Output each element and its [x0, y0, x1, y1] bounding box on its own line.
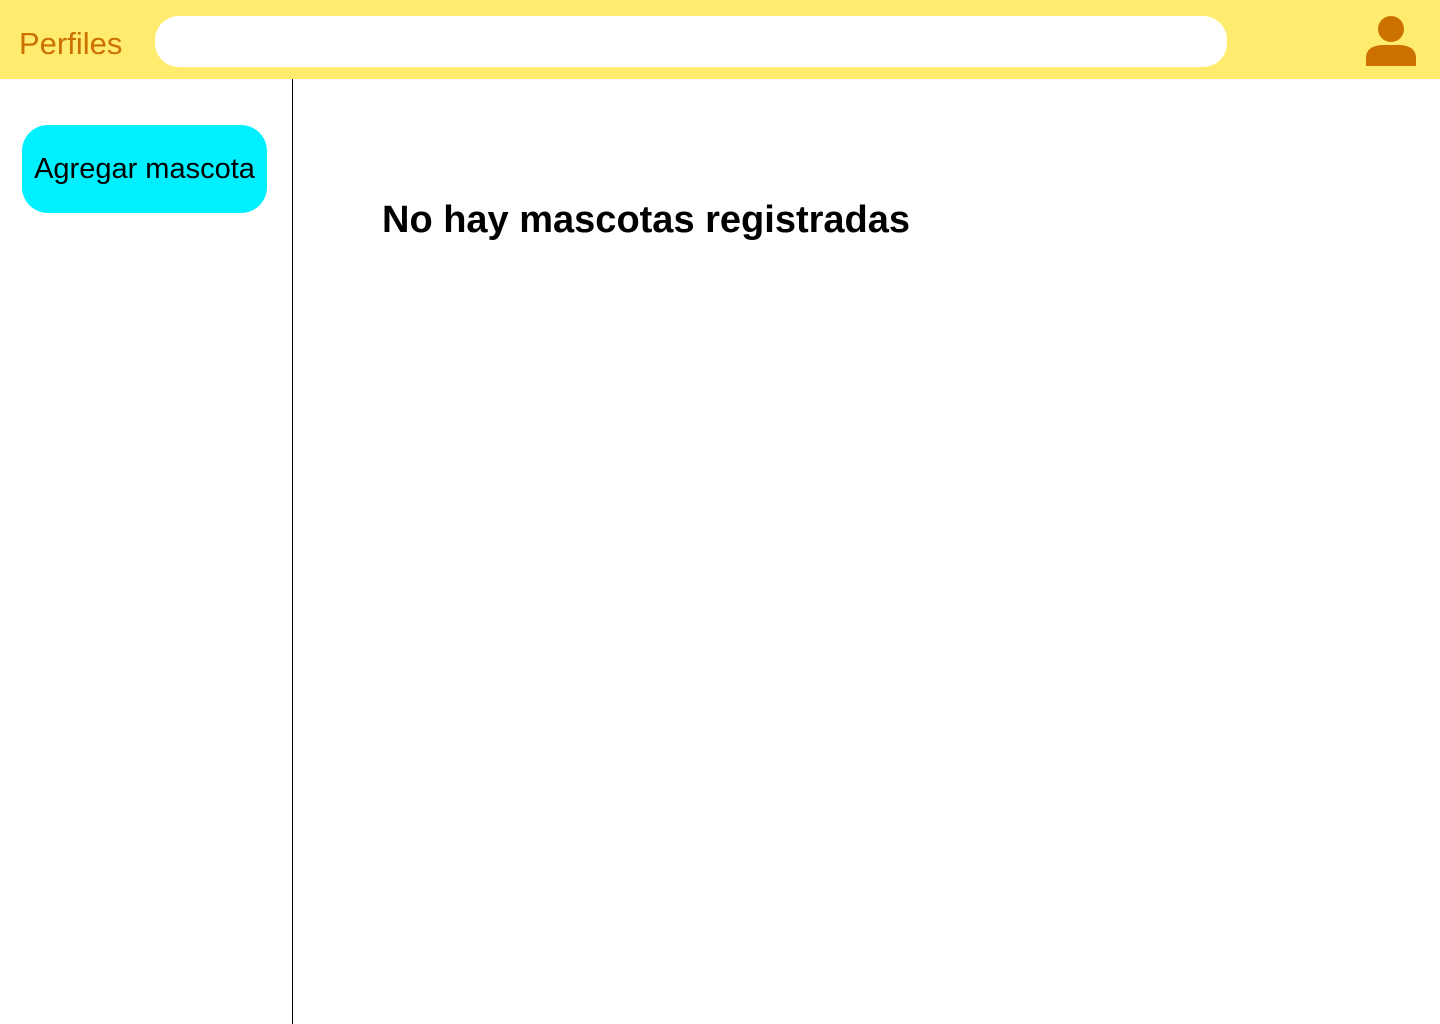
- search-input[interactable]: [155, 16, 1227, 67]
- user-profile-button[interactable]: [1360, 12, 1422, 70]
- empty-state-message: No hay mascotas registradas: [382, 199, 911, 241]
- sidebar: Agregar mascota: [0, 79, 293, 1024]
- add-pet-button[interactable]: Agregar mascota: [22, 125, 267, 213]
- page-title: Perfiles: [19, 26, 123, 61]
- person-icon: [1366, 16, 1416, 66]
- top-bar: Perfiles: [0, 0, 1440, 79]
